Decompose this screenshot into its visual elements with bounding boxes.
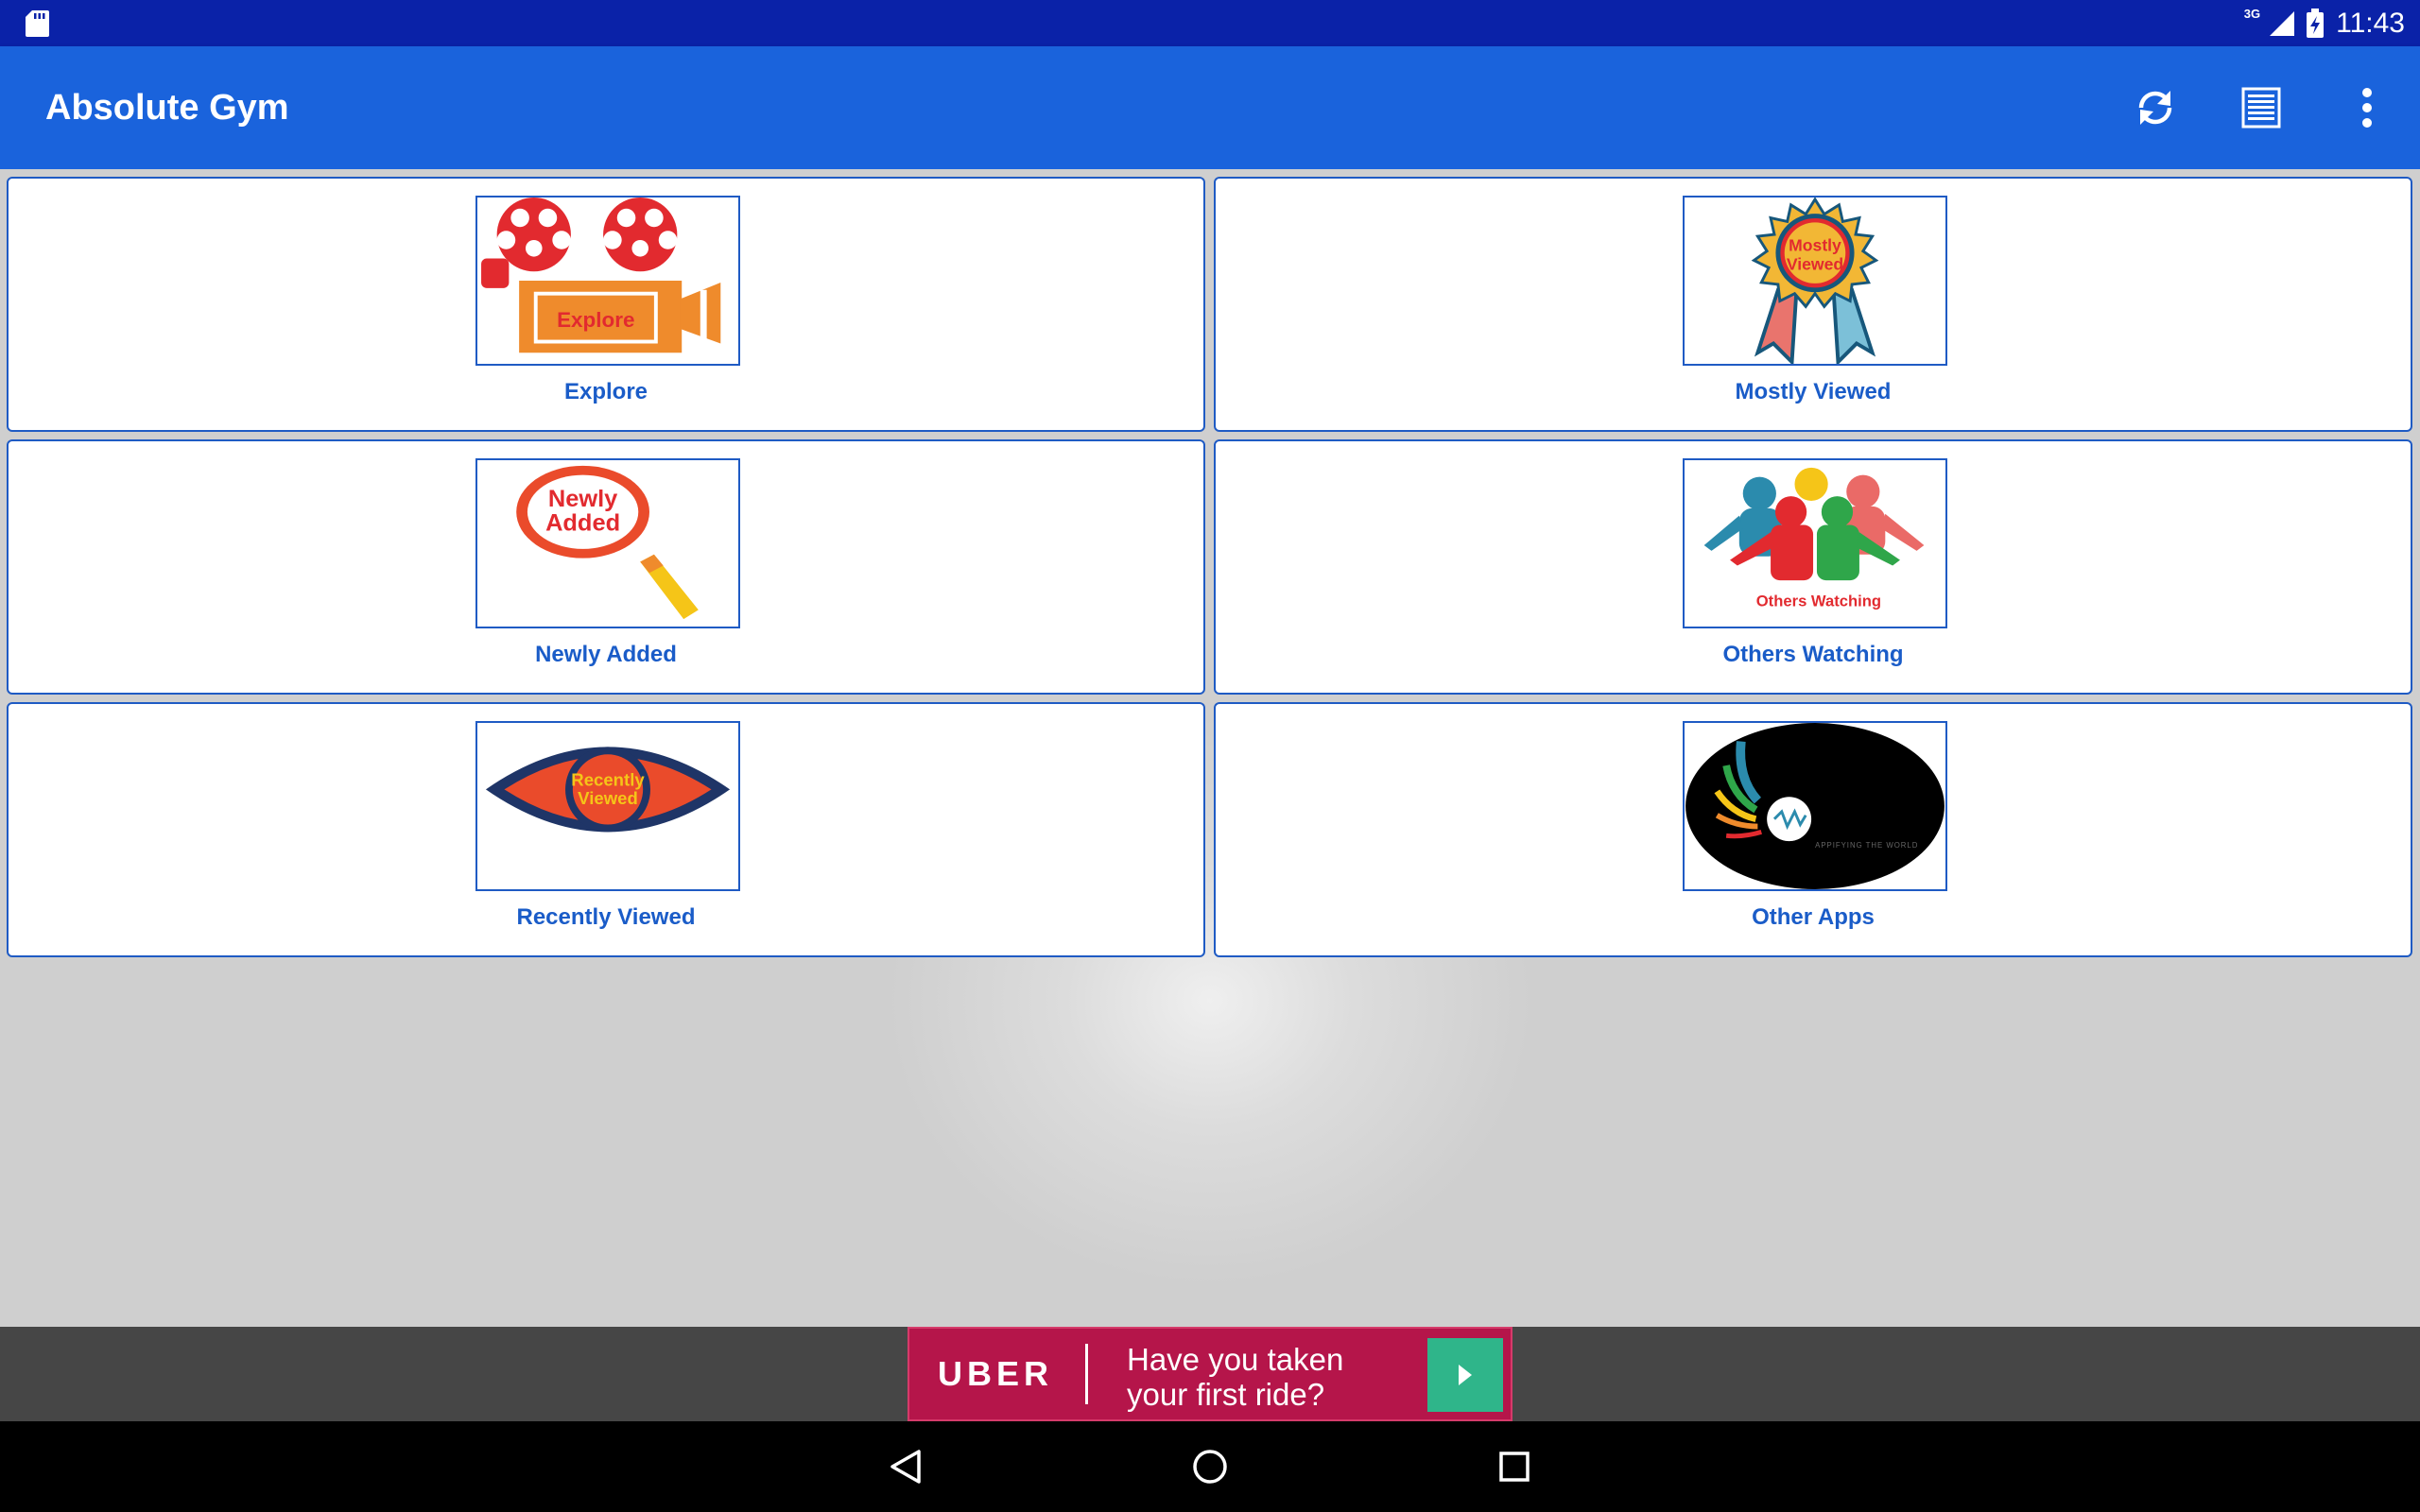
ad-text: Have you taken your first ride? [1127,1342,1344,1412]
menu-grid: Explore Explore Mostly Viewed Mostly Vie… [0,169,2420,1327]
ad-strip: UBER Have you taken your first ride? [0,1327,2420,1421]
refresh-button[interactable] [2102,46,2208,169]
other-apps-image-text: APPIFYING THE WORLD [1815,841,1918,850]
clock: 11:43 [2336,7,2405,39]
others-watching-image: Others Watching [1683,458,1947,628]
refresh-icon [2138,91,2172,125]
overflow-menu-button[interactable] [2314,46,2420,169]
recently-viewed-image: Recently Viewed [475,721,740,891]
mostly-viewed-image-text-2: Viewed [1787,254,1843,273]
tile-newly-added[interactable]: Newly Added Newly Added [7,439,1205,695]
recently-viewed-image-text-1: Recently [571,769,645,789]
explore-image-text: Explore [557,308,634,332]
tile-label: Newly Added [535,642,677,667]
tile-others-watching[interactable]: Others Watching Others Watching [1214,439,2412,695]
signal-icon [2270,10,2295,36]
other-apps-image: APPIFYING THE WORLD [1683,721,1947,891]
back-icon [890,1450,921,1484]
newly-added-image-text-2: Added [545,509,620,536]
home-icon [1193,1450,1227,1484]
tile-label: Recently Viewed [516,904,696,930]
explore-image: Explore [475,196,740,366]
tile-label: Others Watching [1722,642,1904,667]
network-type-label: 3G [2243,7,2261,21]
back-button[interactable] [877,1438,934,1495]
home-button[interactable] [1182,1438,1238,1495]
mostly-viewed-image: Mostly Viewed [1683,196,1947,366]
tile-recently-viewed[interactable]: Recently Viewed Recently Viewed [7,702,1205,957]
more-vert-icon [2362,88,2372,128]
sd-card-icon [26,10,49,37]
play-arrow-icon [1459,1365,1472,1385]
recents-icon [1499,1452,1530,1482]
battery-charging-icon [2307,8,2325,38]
tile-mostly-viewed[interactable]: Mostly Viewed Mostly Viewed [1214,177,2412,432]
tile-label: Other Apps [1752,904,1875,930]
others-watching-image-text: Others Watching [1756,592,1881,610]
status-bar: 3G 11:43 [0,0,2420,46]
tile-other-apps[interactable]: APPIFYING THE WORLD Other Apps [1214,702,2412,957]
ad-go-button[interactable] [1427,1338,1503,1412]
app-title: Absolute Gym [45,88,289,128]
ad-banner[interactable]: UBER Have you taken your first ride? [908,1327,1512,1421]
ad-divider [1085,1344,1088,1404]
tile-label: Explore [563,379,648,404]
tile-explore[interactable]: Explore Explore [7,177,1205,432]
list-button[interactable] [2208,46,2314,169]
recents-button[interactable] [1486,1438,1543,1495]
recently-viewed-image-text-2: Viewed [578,788,638,808]
navigation-bar [0,1421,2420,1512]
newly-added-image: Newly Added [475,458,740,628]
newly-added-image-text-1: Newly [548,486,617,512]
tile-label: Mostly Viewed [1735,379,1892,404]
app-bar-actions [2102,46,2420,169]
ad-brand: UBER [938,1354,1054,1393]
mostly-viewed-image-text-1: Mostly [1789,236,1841,255]
list-icon [2241,87,2281,129]
app-bar: Absolute Gym [0,46,2420,169]
